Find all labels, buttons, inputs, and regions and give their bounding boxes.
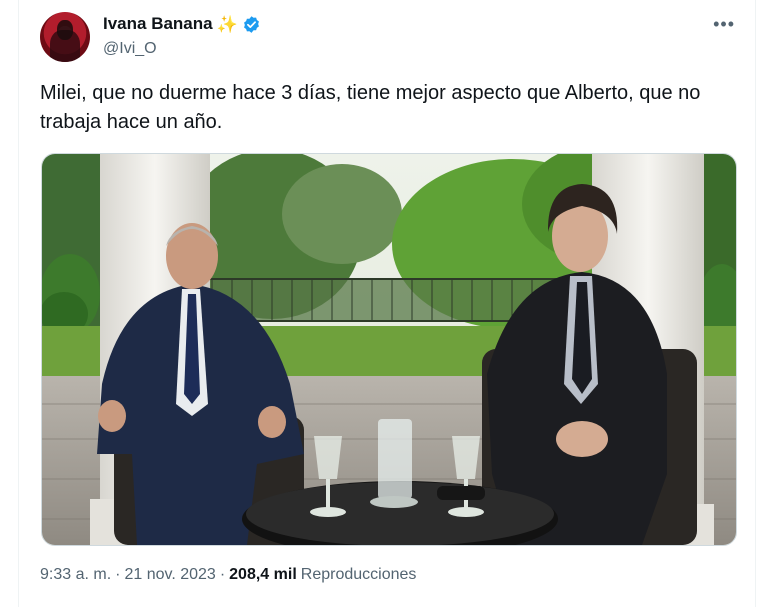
photo-scene [42, 154, 736, 545]
more-options-button[interactable]: ••• [713, 14, 735, 35]
tweet-text: Milei, que no duerme hace 3 días, tiene … [40, 82, 701, 133]
meta-separator: · [115, 566, 121, 583]
tweet-photo[interactable] [41, 153, 737, 546]
views-label: Reproducciones [300, 566, 417, 583]
author-name-row: Ivana Banana ✨ [103, 14, 261, 34]
avatar-face [57, 20, 73, 40]
avatar[interactable] [40, 12, 90, 62]
tweet-date[interactable]: 21 nov. 2023 [124, 566, 215, 584]
author-display-name[interactable]: Ivana Banana [103, 14, 213, 34]
sparkles-icon: ✨ [216, 14, 238, 34]
tweet-card: Ivana Banana ✨ @Ivi_O ••• Milei, que no … [18, 0, 756, 607]
tweet-time[interactable]: 9:33 a. m. [40, 566, 111, 584]
verified-badge-icon[interactable] [242, 15, 261, 34]
author-handle[interactable]: @Ivi_O [103, 40, 157, 58]
tweet-meta: 9:33 a. m. · 21 nov. 2023 · 208,4 mil Re… [40, 566, 416, 584]
meta-separator: · [219, 566, 226, 583]
views-count: 208,4 mil [229, 566, 297, 583]
